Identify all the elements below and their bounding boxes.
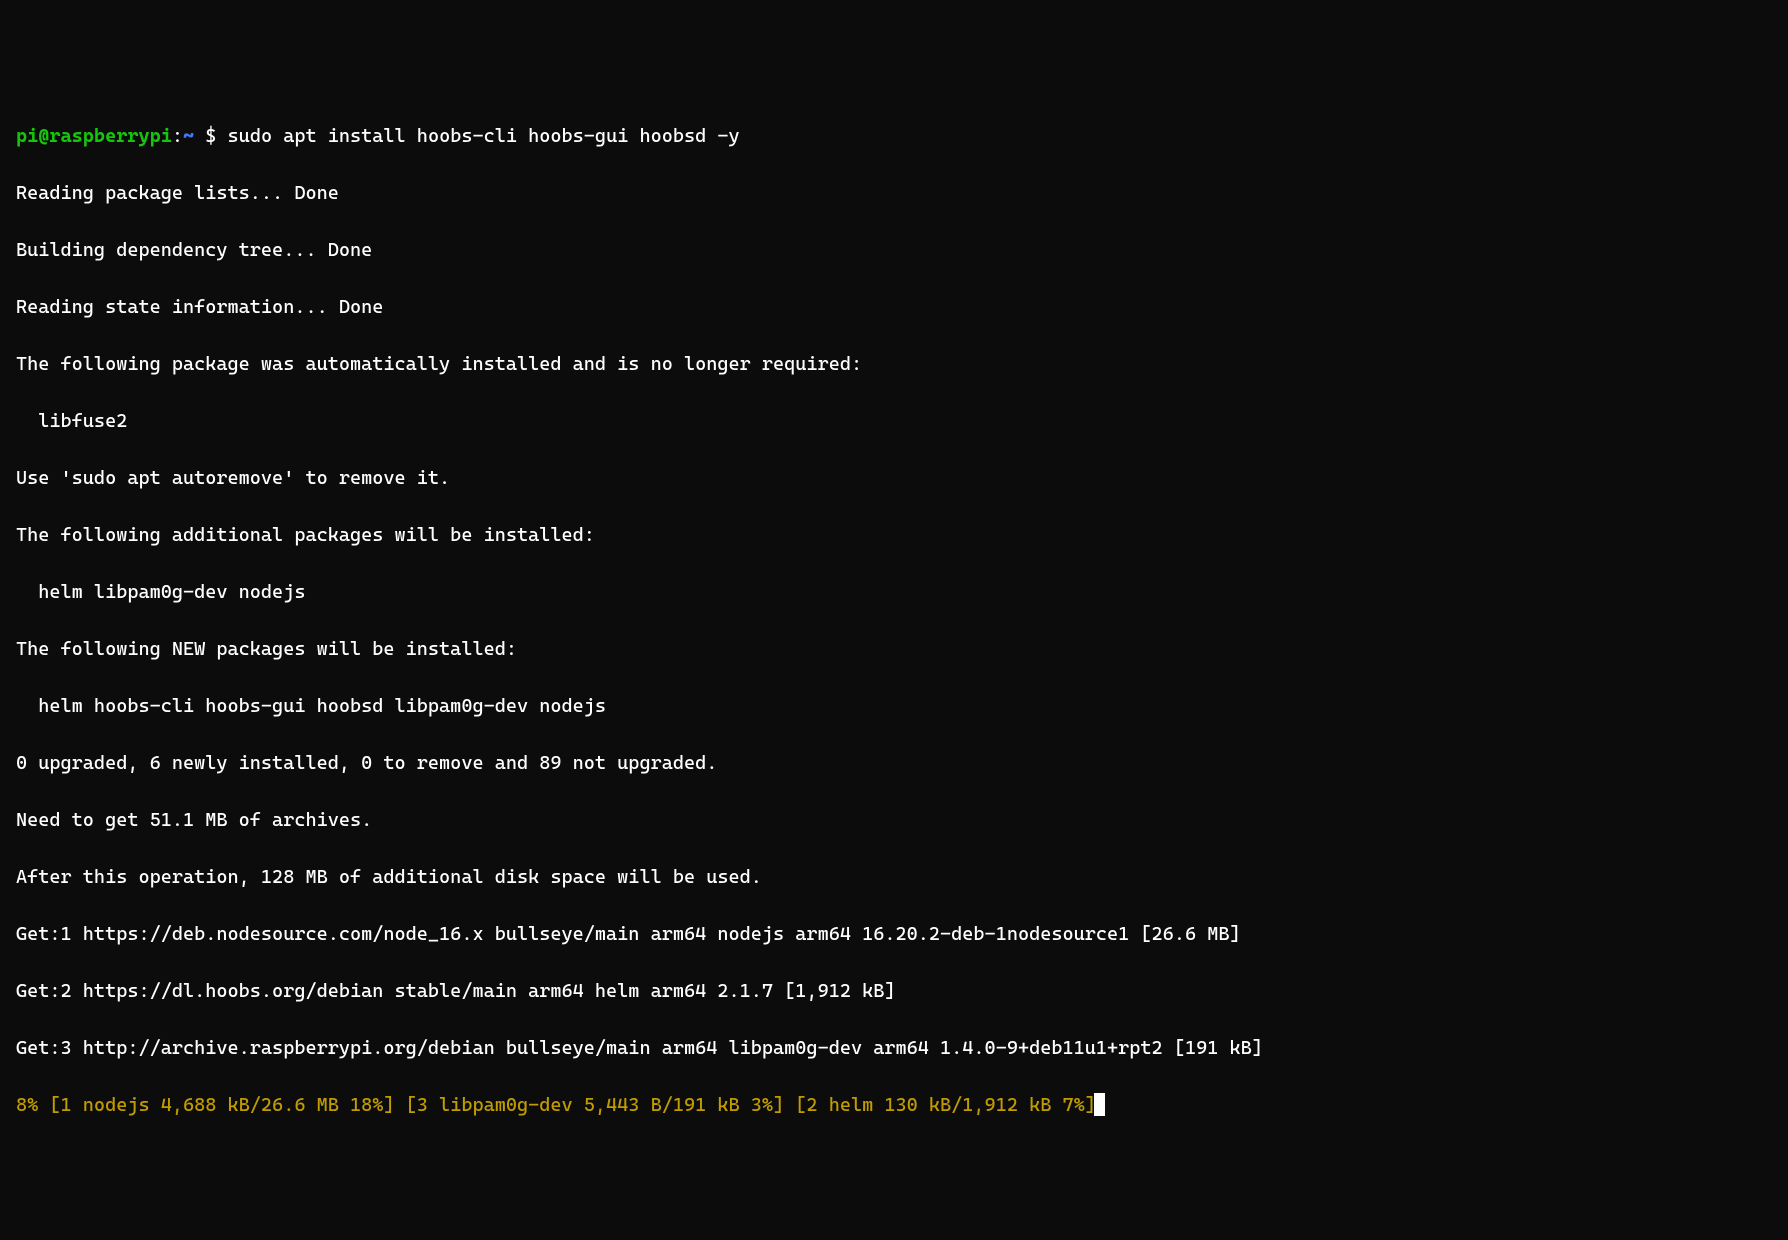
prompt-symbol: $: [194, 125, 227, 147]
output-line: The following additional packages will b…: [16, 521, 1772, 550]
progress-line: 8% [1 nodejs 4,688 kB/26.6 MB 18%] [3 li…: [16, 1091, 1772, 1120]
output-line: The following NEW packages will be insta…: [16, 635, 1772, 664]
output-line: Building dependency tree... Done: [16, 236, 1772, 265]
output-line: Use 'sudo apt autoremove' to remove it.: [16, 464, 1772, 493]
output-line: After this operation, 128 MB of addition…: [16, 863, 1772, 892]
output-line: Need to get 51.1 MB of archives.: [16, 806, 1772, 835]
prompt-user-host: pi@raspberrypi: [16, 125, 172, 147]
prompt-line[interactable]: pi@raspberrypi:~ $ sudo apt install hoob…: [16, 122, 1772, 151]
output-line: helm libpam0g-dev nodejs: [16, 578, 1772, 607]
output-line: Get:2 https://dl.hoobs.org/debian stable…: [16, 977, 1772, 1006]
output-line: Get:3 http://archive.raspberrypi.org/deb…: [16, 1034, 1772, 1063]
output-line: Reading state information... Done: [16, 293, 1772, 322]
output-line: Get:1 https://deb.nodesource.com/node_16…: [16, 920, 1772, 949]
output-line: libfuse2: [16, 407, 1772, 436]
output-line: 0 upgraded, 6 newly installed, 0 to remo…: [16, 749, 1772, 778]
output-line: The following package was automatically …: [16, 350, 1772, 379]
progress-text: 8% [1 nodejs 4,688 kB/26.6 MB 18%] [3 li…: [16, 1094, 1096, 1116]
cursor-icon: [1094, 1093, 1105, 1116]
prompt-path: ~: [183, 125, 194, 147]
output-line: helm hoobs-cli hoobs-gui hoobsd libpam0g…: [16, 692, 1772, 721]
output-line: Reading package lists... Done: [16, 179, 1772, 208]
command-text: sudo apt install hoobs-cli hoobs-gui hoo…: [228, 125, 740, 147]
prompt-separator: :: [172, 125, 183, 147]
